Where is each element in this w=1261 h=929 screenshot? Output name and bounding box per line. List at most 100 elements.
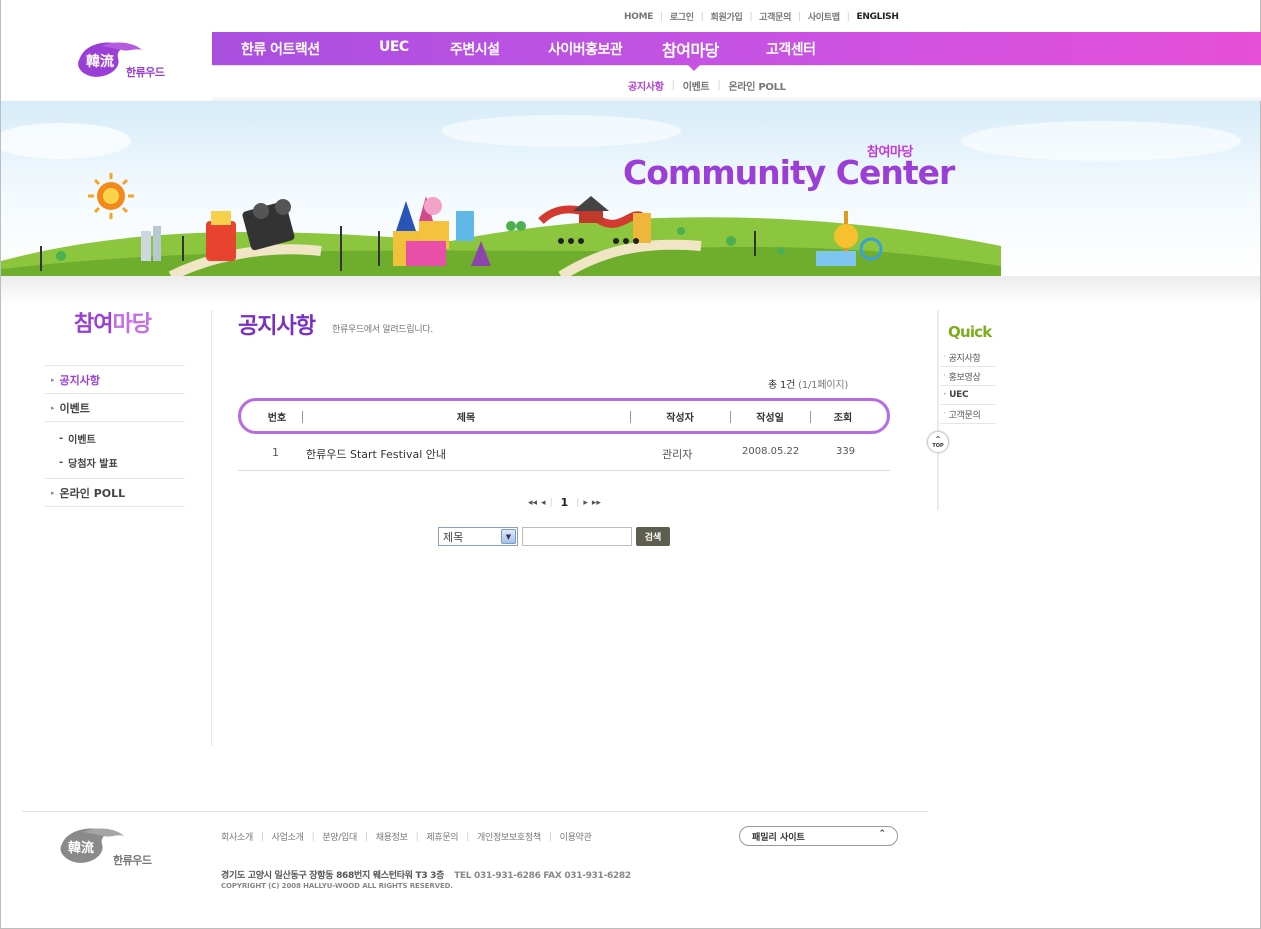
footer-link-terms[interactable]: 이용약관 xyxy=(560,830,592,843)
quick-item-video[interactable]: · 홍보영상 xyxy=(940,367,996,386)
last-page-button[interactable]: ▸▸ xyxy=(592,498,601,508)
footer-divider xyxy=(22,811,928,812)
quick-item-label: 고객문의 xyxy=(948,410,981,421)
current-page[interactable]: 1 xyxy=(561,496,569,509)
sidebar-title: 참여마당 xyxy=(74,306,152,338)
next-page-button[interactable]: ▸ xyxy=(583,498,588,508)
quick-item-notice[interactable]: · 공지사항 xyxy=(940,348,996,367)
footer-logo-text: 한류우드 xyxy=(113,854,152,867)
address-text: 경기도 고양시 일산동구 장항동 868번지 웨스턴타워 T3 3층 xyxy=(221,871,445,881)
search-bar: 제목 ▼ 검색 xyxy=(438,527,670,546)
quick-item-label: 공지사항 xyxy=(948,353,981,364)
sub-nav: 공지사항 | 이벤트 | 온라인 POLL xyxy=(628,78,786,93)
page-description: 한류우드에서 알려드립니다. xyxy=(332,325,433,335)
page-title: 공지사항 xyxy=(238,314,316,339)
footer-link-partnership[interactable]: 제휴문의 xyxy=(426,830,458,843)
sidebar-item-poll[interactable]: ▸ 온라인 POLL xyxy=(45,479,185,507)
english-link[interactable]: ENGLISH xyxy=(856,12,898,22)
sitemap-link[interactable]: 사이트맵 xyxy=(808,10,840,23)
footer-link-careers[interactable]: 채용정보 xyxy=(376,830,408,843)
sidebar-title-light: 마당 xyxy=(112,312,151,337)
sidebar-item-event[interactable]: ▸ 이벤트 xyxy=(45,394,185,422)
banner-title: Community Center xyxy=(623,153,955,192)
utility-nav: HOME | 로그인 | 회원가입 | 고객문의 | 사이트맵 | ENGLISH xyxy=(624,10,899,24)
row-views: 339 xyxy=(836,446,856,457)
prev-page-button[interactable]: ◂ xyxy=(541,498,546,508)
banner-shadow xyxy=(1,276,1260,306)
bullet-icon: ▸ xyxy=(51,375,55,384)
quick-menu: · 공지사항 · 홍보영상 · UEC · 고객문의 xyxy=(940,348,996,424)
sidebar-item-notice[interactable]: ▸ 공지사항 xyxy=(45,366,185,394)
sidebar-item-label: 공지사항 xyxy=(59,373,100,387)
count-page: (1/1페이지) xyxy=(798,380,849,391)
sidebar-subgroup: - 이벤트 - 당첨자 발표 xyxy=(45,422,185,479)
quick-item-label: UEC xyxy=(949,390,969,400)
count-total: 총 1건 xyxy=(768,380,796,391)
footer-address: 경기도 고양시 일산동구 장항동 868번지 웨스턴타워 T3 3층 TEL 03… xyxy=(221,868,631,881)
svg-text:韓流: 韓流 xyxy=(68,840,94,856)
search-input[interactable] xyxy=(522,527,632,546)
top-label: TOP xyxy=(932,442,944,449)
main-nav: 한류 어트랙션 UEC 주변시설 사이버홍보관 참여마당 고객센터 xyxy=(212,32,1261,65)
search-field-select[interactable]: 제목 ▼ xyxy=(438,527,518,546)
chevron-down-icon[interactable]: ▼ xyxy=(501,529,516,544)
search-select-value: 제목 xyxy=(443,530,464,544)
join-link[interactable]: 회원가입 xyxy=(711,10,743,23)
scroll-top-button[interactable]: ⌃ TOP xyxy=(927,431,949,453)
logo-text: 한류우드 xyxy=(126,66,165,79)
contact-link[interactable]: 고객문의 xyxy=(759,10,791,23)
sidebar-divider xyxy=(211,310,212,746)
col-title: 제목 xyxy=(456,412,476,424)
login-link[interactable]: 로그인 xyxy=(670,10,694,23)
quick-item-uec[interactable]: · UEC xyxy=(940,386,996,405)
sidebar-subitem-winners[interactable]: - 당첨자 발표 xyxy=(45,450,185,474)
col-date: 작성일 xyxy=(756,412,784,424)
nav-cyber-pr[interactable]: 사이버홍보관 xyxy=(548,39,623,59)
sidebar-menu: ▸ 공지사항 ▸ 이벤트 - 이벤트 - 당첨자 발표 ▸ 온라인 POLL xyxy=(45,365,185,507)
sidebar-subitem-label: 당첨자 발표 xyxy=(68,458,118,470)
tel-fax-text: TEL 031-931-6286 FAX 031-931-6282 xyxy=(454,871,631,881)
footer-link-lease[interactable]: 분양/입대 xyxy=(322,830,357,843)
bullet-icon: ▸ xyxy=(51,488,55,497)
col-author: 작성자 xyxy=(666,412,694,424)
sidebar-subitem-label: 이벤트 xyxy=(68,434,96,446)
nav-attraction[interactable]: 한류 어트랙션 xyxy=(241,39,320,59)
footer-link-company[interactable]: 회사소개 xyxy=(221,830,253,843)
home-link[interactable]: HOME xyxy=(624,12,653,22)
subnav-event[interactable]: 이벤트 xyxy=(683,78,710,93)
svg-text:韓流: 韓流 xyxy=(86,53,114,70)
sidebar-subitem-event[interactable]: - 이벤트 xyxy=(45,426,185,450)
table-row: 1 한류우드 Start Festival 안내 관리자 2008.05.22 … xyxy=(238,437,890,471)
row-date: 2008.05.22 xyxy=(742,446,800,457)
bullet-icon: ▸ xyxy=(51,403,55,412)
site-logo[interactable]: 韓流 한류우드 xyxy=(72,36,172,86)
sidebar-item-label: 이벤트 xyxy=(59,401,90,415)
footer-link-business[interactable]: 사업소개 xyxy=(272,830,304,843)
nav-facilities[interactable]: 주변시설 xyxy=(450,39,500,59)
family-site-select[interactable]: 패밀리 사이트 ⌃ xyxy=(739,826,898,846)
nav-customer-center[interactable]: 고객센터 xyxy=(766,39,816,59)
footer-links: 회사소개 | 사업소개 | 분양/입대 | 채용정보 | 제휴문의 | 개인정보보호정책 |… xyxy=(221,830,592,844)
footer-logo: 韓流 한류우드 xyxy=(56,824,156,872)
sidebar-title-bold: 참여 xyxy=(74,312,113,337)
row-title-link[interactable]: 한류우드 Start Festival 안내 xyxy=(306,446,446,462)
chevron-up-icon: ⌃ xyxy=(878,829,886,839)
copyright: COPYRIGHT (C) 2008 HALLYU-WOOD ALL RIGHT… xyxy=(221,882,453,890)
first-page-button[interactable]: ◂◂ xyxy=(528,498,537,508)
sidebar-item-label: 온라인 POLL xyxy=(59,486,126,500)
nav-uec[interactable]: UEC xyxy=(379,39,409,55)
subnav-poll[interactable]: 온라인 POLL xyxy=(728,78,786,93)
table-header: 번호 제목 작성자 작성일 조회 xyxy=(238,398,890,434)
row-author: 관리자 xyxy=(662,448,693,461)
active-nav-pointer xyxy=(688,65,700,71)
quick-title: Quick xyxy=(948,323,992,341)
pagination: ◂◂ ◂ | 1 | ▸ ▸▸ xyxy=(528,496,601,509)
nav-community[interactable]: 참여마당 xyxy=(662,37,719,61)
post-count: 총 1건 (1/1페이지) xyxy=(768,376,848,391)
search-button[interactable]: 검색 xyxy=(636,527,670,546)
footer-link-privacy[interactable]: 개인정보보호정책 xyxy=(477,830,541,843)
col-views: 조회 xyxy=(833,412,853,424)
sun-icon xyxy=(88,173,134,219)
subnav-notice[interactable]: 공지사항 xyxy=(628,78,664,93)
quick-item-contact[interactable]: · 고객문의 xyxy=(940,405,996,424)
